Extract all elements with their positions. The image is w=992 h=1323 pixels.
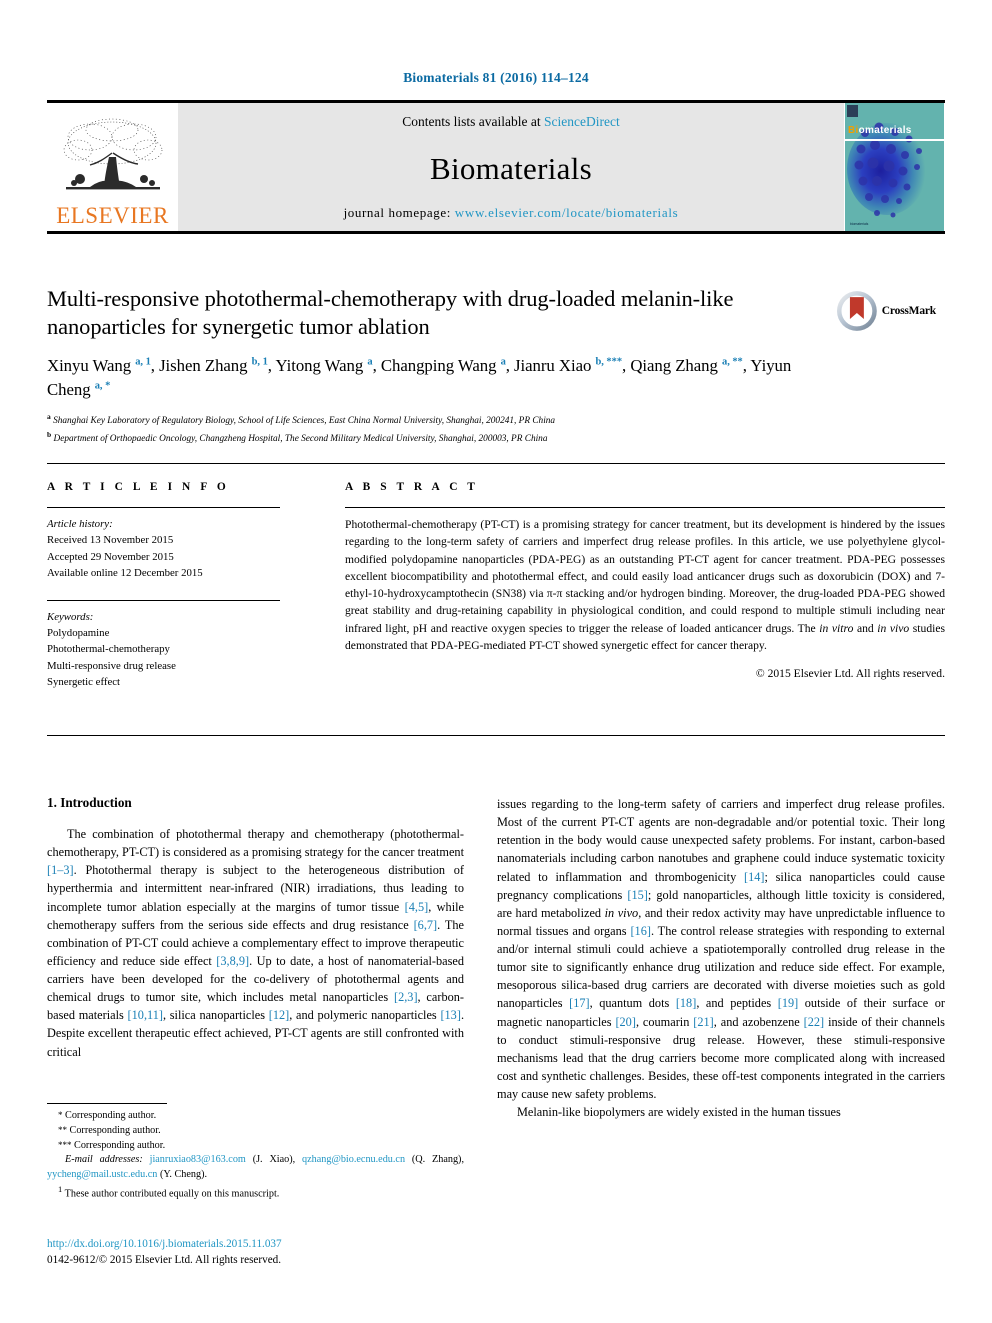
abstract-text: Photothermal-chemotherapy (PT-CT) is a p… (345, 518, 945, 652)
contents-available-line: Contents lists available at ScienceDirec… (402, 114, 619, 130)
abstract-divider (345, 507, 945, 508)
footnote-marker: * (58, 1110, 63, 1120)
crossmark-badge[interactable]: CrossMark (836, 288, 936, 334)
cover-journal-title: Biomaterials (848, 125, 912, 136)
page-title: Multi-responsive photothermal-chemothera… (47, 286, 734, 340)
footnote-text: Corresponding author. (69, 1124, 161, 1136)
homepage-prefix: journal homepage: (343, 205, 455, 220)
body-column-left: The combination of photothermal therapy … (47, 825, 464, 1061)
keyword-item: Polydopamine (47, 627, 110, 640)
homepage-link[interactable]: www.elsevier.com/locate/biomaterials (455, 205, 679, 220)
footnote-marker: 1 (58, 1183, 63, 1194)
keyword-item: Photothermal-chemotherapy (47, 643, 170, 656)
article-info-column: A R T I C L E I N F O Article history: R… (47, 481, 280, 691)
footnote-divider (47, 1103, 167, 1104)
affiliation-a-text: Shanghai Key Laboratory of Regulatory Bi… (53, 416, 556, 427)
article-info-heading: A R T I C L E I N F O (47, 481, 230, 493)
footnote-marker: ** (58, 1124, 67, 1135)
cover-title-rest: omaterials (858, 125, 912, 136)
footnote-marker: *** (58, 1139, 72, 1150)
paragraph: The combination of photothermal therapy … (47, 827, 465, 1059)
keyword-item: Multi-responsive drug release (47, 659, 176, 672)
cover-title-accent: Bi (848, 125, 859, 136)
elsevier-tree-icon (63, 118, 162, 190)
running-head: Biomaterials 81 (2016) 114–124 (403, 70, 589, 85)
history-received: Received 13 November 2015 (47, 534, 174, 547)
abstract-column: A B S T R A C T Photothermal-chemotherap… (345, 481, 945, 680)
history-online: Available online 12 December 2015 (47, 567, 203, 580)
cover-badge-icon (847, 105, 858, 117)
footnote-text: Corresponding author. (65, 1110, 157, 1121)
info-bottom-divider (47, 735, 945, 736)
journal-masthead: ELSEVIER Contents lists available at Sci… (47, 100, 945, 234)
body-column-right: issues regarding to the long-term safety… (497, 795, 945, 1121)
masthead-center: Contents lists available at ScienceDirec… (178, 103, 844, 231)
history-accepted: Accepted 29 November 2015 (47, 550, 174, 563)
affiliation-a: a Shanghai Key Laboratory of Regulatory … (47, 412, 556, 427)
sciencedirect-link[interactable]: ScienceDirect (544, 114, 620, 129)
cover-image: Biomaterials biomaterials (845, 103, 944, 231)
elsevier-logo: ELSEVIER (47, 103, 178, 231)
keyword-item: Synergetic effect (47, 676, 121, 689)
section-heading-introduction: 1. Introduction (47, 795, 132, 810)
article-title-block: Multi-responsive photothermal-chemothera… (47, 285, 827, 447)
footnote-corresponding-2: ** Corresponding author. (47, 1124, 464, 1139)
cover-artwork-icon (845, 103, 944, 231)
keywords-label: Keywords: (47, 610, 94, 623)
contents-prefix: Contents lists available at (402, 114, 544, 129)
journal-homepage-line: journal homepage: www.elsevier.com/locat… (344, 205, 679, 221)
elsevier-wordmark: ELSEVIER (56, 203, 169, 228)
affiliation-b: b Department of Orthopaedic Oncology, Ch… (47, 430, 548, 445)
crossmark-label: CrossMark (881, 305, 936, 317)
doi-link[interactable]: http://dx.doi.org/10.1016/j.biomaterials… (47, 1237, 477, 1253)
article-info-divider (47, 507, 280, 508)
abstract-copyright: © 2015 Elsevier Ltd. All rights reserved… (755, 667, 945, 681)
journal-cover-thumbnail: Biomaterials biomaterials (844, 103, 945, 231)
paragraph: issues regarding to the long-term safety… (497, 797, 945, 1101)
cover-divider (845, 139, 944, 141)
crossmark-icon (836, 291, 877, 331)
affiliations: a Shanghai Key Laboratory of Regulatory … (47, 411, 827, 447)
journal-article-page: Biomaterials 81 (2016) 114–124 ELSEVIER … (0, 0, 992, 1323)
keywords-divider (47, 599, 280, 601)
footnote-equal-contribution: 1 These author contributed equally on th… (47, 1183, 464, 1202)
footnote-corresponding-3: *** Corresponding author. (47, 1139, 464, 1154)
footnote-emails[interactable]: E-mail addresses: jianruxiao83@163.com (… (47, 1153, 464, 1183)
author-list: Xinyu Wang a, 1, Jishen Zhang b, 1, Yito… (47, 355, 792, 400)
journal-title: Biomaterials (429, 151, 592, 186)
issn-copyright: 0142-9612/© 2015 Elsevier Ltd. All right… (47, 1253, 282, 1266)
cover-footer-text: biomaterials (850, 222, 869, 227)
footnote-text: These author contributed equally on this… (64, 1188, 280, 1200)
abstract-heading: A B S T R A C T (345, 481, 479, 493)
affiliation-b-text: Department of Orthopaedic Oncology, Chan… (53, 434, 548, 445)
footer-doi-block: http://dx.doi.org/10.1016/j.biomaterials… (47, 1237, 477, 1269)
footnotes-block: * Corresponding author. ** Corresponding… (47, 1103, 464, 1202)
article-history-label: Article history: (47, 518, 113, 530)
footnote-corresponding-1: * Corresponding author. (47, 1109, 464, 1124)
paragraph: Melanin-like biopolymers are widely exis… (517, 1105, 841, 1120)
footnote-text: Corresponding author. (74, 1139, 166, 1151)
info-top-divider (47, 463, 945, 464)
